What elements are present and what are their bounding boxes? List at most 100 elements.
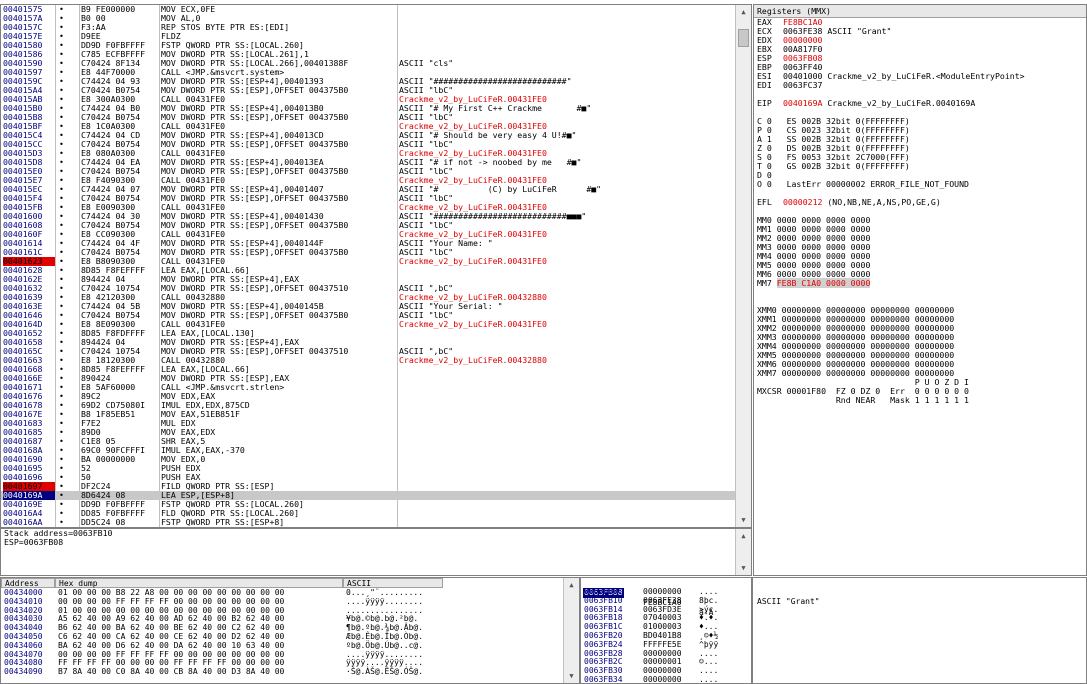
- disasm-address[interactable]: 004015CC: [3, 140, 55, 149]
- disasm-row[interactable]: 0040157A • B0 00 MOV AL,0: [1, 14, 751, 23]
- disasm-row[interactable]: 00401614 • C74424 04 4F MOV DWORD PTR SS:[E…: [1, 239, 751, 248]
- disasm-address[interactable]: 0040166E: [3, 374, 55, 383]
- disasm-row[interactable]: 0040168A • 69C0 90FCFFFI IMUL EAX,EAX,-370: [1, 446, 751, 455]
- register-row[interactable]: EIP 0040169A Crackme_v2_by_LuCiFeR.004016…: [754, 99, 1086, 108]
- disasm-row[interactable]: 004015CC • C70424 B0754 MOV DWORD PTR SS:[E…: [1, 140, 751, 149]
- disasm-row[interactable]: 00401597 • E8 44F70000 CALL <JMP.&msvcrt.sy…: [1, 68, 751, 77]
- disasm-row[interactable]: 004015FB • E8 E0090300 CALL 00431FE0 Crackme…: [1, 203, 751, 212]
- disasm-row[interactable]: 0040160F • E8 CC090300 CALL 00431FE0 Crackme…: [1, 230, 751, 239]
- disasm-row[interactable]: 00401646 • C70424 B0754 MOV DWORD PTR SS:[E…: [1, 311, 751, 320]
- register-value[interactable]: 00000212: [783, 197, 822, 207]
- disasm-address[interactable]: 00401652: [3, 329, 55, 338]
- disasm-row[interactable]: 0040169A • 8D6424 08 LEA ESP,[ESP+8]: [1, 491, 751, 500]
- disasm-address[interactable]: 00401614: [3, 239, 55, 248]
- dump-ascii-header[interactable]: ASCII: [343, 578, 443, 588]
- disasm-row[interactable]: 0040163E • C74424 04 5B MOV DWORD PTR SS:[E…: [1, 302, 751, 311]
- disasm-address[interactable]: 004015BF: [3, 122, 55, 131]
- disasm-address[interactable]: 0040162E: [3, 275, 55, 284]
- disasm-row[interactable]: 00401678 • 69D2 CD75080I IMUL EDX,EDX,875CD: [1, 401, 751, 410]
- disasm-address[interactable]: 00401590: [3, 59, 55, 68]
- dump-hex-header[interactable]: Hex dump: [55, 578, 343, 588]
- register-value[interactable]: FE8B C1A0 0000 0000: [776, 278, 871, 288]
- disasm-row[interactable]: 004016A4 • DD85 F0FBFFFF FLD QWORD PTR SS:[…: [1, 509, 751, 518]
- register-row[interactable]: EDI 0063FC37: [754, 81, 1086, 90]
- disasm-row[interactable]: 0040164D • E8 8E090300 CALL 00431FE0 Crackme…: [1, 320, 751, 329]
- scroll-up-arrow-icon[interactable]: ▲: [564, 578, 579, 592]
- disasm-address[interactable]: 00401658: [3, 338, 55, 347]
- disasm-address[interactable]: 0040164D: [3, 320, 55, 329]
- disasm-address[interactable]: 0040160F: [3, 230, 55, 239]
- disasm-row[interactable]: 004015EC • C74424 04 07 MOV DWORD PTR SS:[E…: [1, 185, 751, 194]
- mmx-row[interactable]: MM7 FE8B C1A0 0000 0000: [754, 278, 1086, 288]
- disasm-row[interactable]: 00401586 • C785 ECFBFFFF MOV DWORD PTR SS:[…: [1, 50, 751, 59]
- disasm-address[interactable]: 00401623: [3, 257, 55, 266]
- mxcsr-row[interactable]: Rnd NEAR Mask 1 1 1 1 1 1: [754, 396, 1086, 405]
- disasm-address[interactable]: 0040157E: [3, 32, 55, 41]
- disasm-address[interactable]: 00401663: [3, 356, 55, 365]
- scroll-up-arrow-icon[interactable]: ▲: [736, 529, 751, 543]
- disasm-address[interactable]: 00401575: [3, 5, 55, 14]
- disasm-row[interactable]: 00401623 • E8 B8090300 CALL 00431FE0 Crackme…: [1, 257, 751, 266]
- disasm-address[interactable]: 00401690: [3, 455, 55, 464]
- disasm-address[interactable]: 004016A4: [3, 509, 55, 518]
- disasm-row[interactable]: 0040161C • C70424 B0754 MOV DWORD PTR SS:[E…: [1, 248, 751, 257]
- disasm-address[interactable]: 00401639: [3, 293, 55, 302]
- scroll-down-arrow-icon[interactable]: ▼: [736, 561, 751, 575]
- disasm-row[interactable]: 00401639 • E8 42120300 CALL 00432880 Crackme…: [1, 293, 751, 302]
- stack-pane[interactable]: 0063FB08 FE8BC1A0 â‹Á 0063FB0C 00000000..…: [580, 577, 752, 684]
- disasm-address[interactable]: 004015C4: [3, 131, 55, 140]
- scroll-down-arrow-icon[interactable]: ▼: [736, 513, 751, 527]
- disasm-address[interactable]: 004015B0: [3, 104, 55, 113]
- disasm-address[interactable]: 00401685: [3, 428, 55, 437]
- disasm-address[interactable]: 0040157C: [3, 23, 55, 32]
- registers-pane[interactable]: Registers (MMX) EAX FE8BC1A0 ECX 0063FE38 …: [753, 4, 1087, 576]
- disasm-address[interactable]: 00401676: [3, 392, 55, 401]
- flag-row[interactable]: T 0 GS 002B 32bit 0(FFFFFFFF): [754, 162, 1086, 171]
- disasm-row[interactable]: 00401685 • 89D0 MOV EAX,EDX: [1, 428, 751, 437]
- disasm-row[interactable]: 0040167E • B8 1F85EB51 MOV EAX,51EB851F: [1, 410, 751, 419]
- disasm-row[interactable]: 00401632 • C70424 10754 MOV DWORD PTR SS:[E…: [1, 284, 751, 293]
- scroll-up-arrow-icon[interactable]: ▲: [736, 5, 751, 19]
- disasm-row[interactable]: 00401652 • 8D85 F8FDFFFF LEA EAX,[LOCAL.130…: [1, 329, 751, 338]
- disasm-row[interactable]: 004015B0 • C74424 04 B0 MOV DWORD PTR SS:[E…: [1, 104, 751, 113]
- disasm-address[interactable]: 004015D3: [3, 149, 55, 158]
- disasm-row[interactable]: 004015BF • E8 1C0A0300 CALL 00431FE0 Crackme…: [1, 122, 751, 131]
- disasm-address[interactable]: 004015B8: [3, 113, 55, 122]
- disasm-address[interactable]: 004015E0: [3, 167, 55, 176]
- disasm-address[interactable]: 00401687: [3, 437, 55, 446]
- dump-address[interactable]: 00434090: [4, 667, 43, 677]
- scroll-down-arrow-icon[interactable]: ▼: [564, 669, 579, 683]
- disasm-address[interactable]: 00401608: [3, 221, 55, 230]
- disasm-address[interactable]: 0040163E: [3, 302, 55, 311]
- disasm-row[interactable]: 0040162E • 894424 04 MOV DWORD PTR SS:[ESP+…: [1, 275, 751, 284]
- disasm-address[interactable]: 0040165C: [3, 347, 55, 356]
- disasm-row[interactable]: 00401590 • C70424 8F134 MOV DWORD PTR SS:[L…: [1, 59, 751, 68]
- disasm-row[interactable]: 004015B8 • C70424 B0754 MOV DWORD PTR SS:[E…: [1, 113, 751, 122]
- disasm-row[interactable]: 00401580 • DD9D F0FBFFFF FSTP QWORD PTR SS:…: [1, 41, 751, 50]
- disasm-address[interactable]: 00401668: [3, 365, 55, 374]
- disasm-address[interactable]: 004015EC: [3, 185, 55, 194]
- disasm-address[interactable]: 00401580: [3, 41, 55, 50]
- disasm-row[interactable]: 00401676 • 89C2 MOV EDX,EAX: [1, 392, 751, 401]
- register-value[interactable]: 0040169A: [783, 98, 822, 108]
- disasm-row[interactable]: 00401690 • BA 00000000 MOV EDX,0: [1, 455, 751, 464]
- disasm-address[interactable]: 00401695: [3, 464, 55, 473]
- disasm-address[interactable]: 00401671: [3, 383, 55, 392]
- disasm-row[interactable]: 004016AA • DD5C24 08 FSTP QWORD PTR SS:[ESP…: [1, 518, 751, 527]
- disasm-row[interactable]: 00401608 • C70424 B0754 MOV DWORD PTR SS:[E…: [1, 221, 751, 230]
- register-row[interactable]: EFL 00000212 (NO,NB,NE,A,NS,PO,GE,G): [754, 198, 1086, 207]
- disasm-row[interactable]: 0040165C • C70424 10754 MOV DWORD PTR SS:[E…: [1, 347, 751, 356]
- disasm-row[interactable]: 00401658 • 894424 04 MOV DWORD PTR SS:[ESP+…: [1, 338, 751, 347]
- disasm-address[interactable]: 00401600: [3, 212, 55, 221]
- disasm-address[interactable]: 004016AA: [3, 518, 55, 527]
- disasm-address[interactable]: 004015FB: [3, 203, 55, 212]
- scroll-thumb[interactable]: [738, 29, 749, 47]
- disasm-address[interactable]: 004015F4: [3, 194, 55, 203]
- disasm-row[interactable]: 004015C4 • C74424 04 CD MOV DWORD PTR SS:[E…: [1, 131, 751, 140]
- disasm-address[interactable]: 004015AB: [3, 95, 55, 104]
- disasm-address[interactable]: 0040157A: [3, 14, 55, 23]
- disasm-row[interactable]: 00401671 • E8 5AF60000 CALL <JMP.&msvcrt.st…: [1, 383, 751, 392]
- info-scrollbar[interactable]: ▲ ▼: [735, 529, 751, 575]
- disasm-address[interactable]: 0040168A: [3, 446, 55, 455]
- disasm-address[interactable]: 00401683: [3, 419, 55, 428]
